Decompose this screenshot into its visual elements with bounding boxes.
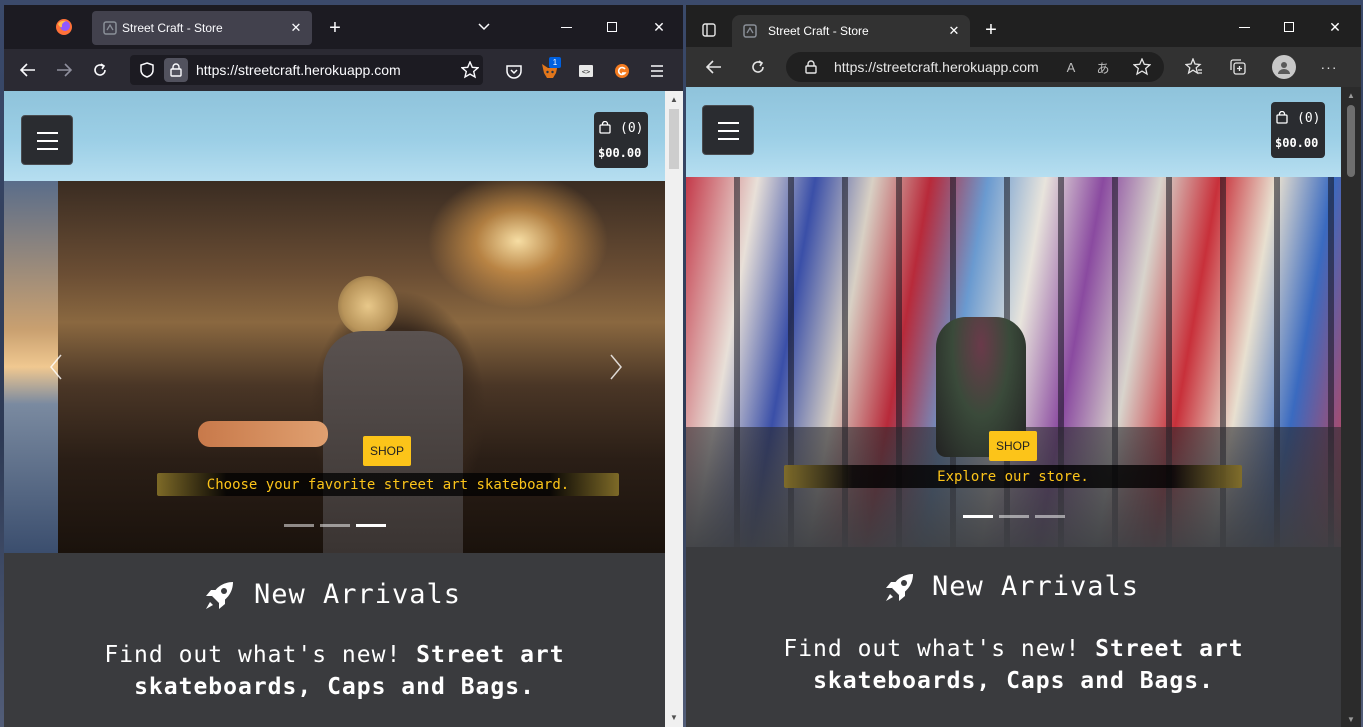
browser-tab[interactable]: Street Craft - Store ✕ <box>92 11 312 45</box>
cart-total: $00.00 <box>1275 136 1319 150</box>
title-bar: Street Craft - Store ✕ + ✕ <box>686 5 1361 47</box>
scrollbar-thumb[interactable] <box>669 109 679 169</box>
close-window-button[interactable]: ✕ <box>1325 17 1345 37</box>
carousel-indicator-1[interactable] <box>963 515 993 518</box>
carousel-next-arrow-icon[interactable] <box>604 349 628 385</box>
profile-avatar[interactable] <box>1272 55 1296 79</box>
tab-title: Street Craft - Store <box>122 21 223 35</box>
lock-icon[interactable] <box>802 58 820 76</box>
rocket-icon <box>882 571 916 605</box>
address-bar[interactable]: https://streetcraft.herokuapp.com <box>130 55 483 85</box>
hero-carousel: SHOP Explore our store. <box>686 177 1341 547</box>
carousel-indicator-3[interactable] <box>1035 515 1065 518</box>
site-favicon-icon <box>742 23 758 39</box>
back-arrow-icon[interactable] <box>704 57 724 77</box>
maximize-button[interactable] <box>602 17 622 37</box>
cart-count: (0) <box>1297 111 1321 126</box>
rocket-icon <box>202 579 236 613</box>
more-options-icon[interactable]: ··· <box>1319 57 1339 77</box>
carousel-indicator-1[interactable] <box>284 524 314 527</box>
scroll-down-arrow-icon[interactable]: ▼ <box>1345 713 1357 725</box>
read-aloud-icon[interactable]: A <box>1062 58 1080 76</box>
edge-window: Street Craft - Store ✕ + ✕ https://stree… <box>686 5 1361 727</box>
slide-caption: Choose your favorite street art skateboa… <box>157 473 619 496</box>
favorites-icon[interactable] <box>1184 57 1204 77</box>
scroll-down-arrow-icon[interactable]: ▼ <box>668 711 680 723</box>
slide-person-silhouette <box>338 276 398 336</box>
shopping-bag-icon <box>1275 110 1289 124</box>
site-menu-button[interactable] <box>702 105 754 155</box>
add-favorite-icon[interactable] <box>1132 57 1152 77</box>
cart-total: $00.00 <box>598 146 642 160</box>
arrivals-text-plain: Find out what's new! <box>104 642 402 668</box>
new-tab-button[interactable]: + <box>980 19 1002 41</box>
url-text[interactable]: https://streetcraft.herokuapp.com <box>196 62 401 78</box>
translate-icon[interactable]: あ <box>1094 58 1112 76</box>
address-bar[interactable]: https://streetcraft.herokuapp.com A あ <box>786 52 1164 82</box>
browser-tab[interactable]: Street Craft - Store ✕ <box>732 15 970 47</box>
pocket-icon[interactable] <box>504 61 524 81</box>
shop-button[interactable]: SHOP <box>989 431 1037 461</box>
cart-count: (0) <box>620 121 644 136</box>
new-arrivals-section: New Arrivals Find out what's new! Street… <box>686 547 1341 727</box>
close-tab-icon[interactable]: ✕ <box>288 20 304 36</box>
site-header: (0) $00.00 <box>4 91 665 181</box>
url-text[interactable]: https://streetcraft.herokuapp.com <box>834 59 1039 75</box>
new-arrivals-section: New Arrivals Find out what's new! Street… <box>4 553 665 727</box>
site-menu-button[interactable] <box>21 115 73 165</box>
close-window-button[interactable]: ✕ <box>649 17 669 37</box>
scroll-up-arrow-icon[interactable]: ▲ <box>668 93 680 105</box>
maximize-button[interactable] <box>1279 17 1299 37</box>
scroll-up-arrow-icon[interactable]: ▲ <box>1345 89 1357 101</box>
arrivals-text-plain: Find out what's new! <box>783 636 1081 662</box>
site-header: (0) $00.00 <box>686 87 1341 177</box>
bookmark-star-icon[interactable] <box>460 60 480 80</box>
slide-image-skater-sunset <box>58 181 665 553</box>
tab-title: Street Craft - Store <box>768 24 869 38</box>
page-scrollbar[interactable]: ▲ ▼ <box>665 91 683 727</box>
new-arrivals-text: Find out what's new! Street art skateboa… <box>746 633 1281 697</box>
page-viewport: (0) $00.00 SHOP Choose your favorite str… <box>4 91 665 727</box>
forward-arrow-icon[interactable] <box>54 60 74 80</box>
minimize-button[interactable] <box>1234 17 1254 37</box>
shop-button[interactable]: SHOP <box>363 436 411 466</box>
lock-icon[interactable] <box>164 58 188 82</box>
minimize-button[interactable] <box>556 17 576 37</box>
reload-icon[interactable] <box>748 57 768 77</box>
new-arrivals-text: Find out what's new! Street art skateboa… <box>64 639 605 703</box>
firefox-logo-icon <box>54 17 74 37</box>
cart-button[interactable]: (0) $00.00 <box>594 112 648 168</box>
carousel-prev-arrow-icon[interactable] <box>44 349 68 385</box>
shopping-bag-icon <box>598 120 612 134</box>
devtools-extension-icon[interactable]: <> <box>576 61 596 81</box>
carousel-indicator-2[interactable] <box>320 524 350 527</box>
svg-text:<>: <> <box>582 68 590 76</box>
reload-icon[interactable] <box>90 60 110 80</box>
scrollbar-thumb[interactable] <box>1347 105 1355 177</box>
cart-button[interactable]: (0) $00.00 <box>1271 102 1325 158</box>
slide-caption: Explore our store. <box>784 465 1242 488</box>
firefox-window: Street Craft - Store ✕ + ✕ https://stree… <box>4 5 683 727</box>
new-arrivals-title: New Arrivals <box>932 571 1140 602</box>
tab-actions-icon[interactable] <box>700 21 718 39</box>
hero-carousel: SHOP Choose your favorite street art ska… <box>4 181 665 553</box>
new-arrivals-title: New Arrivals <box>254 579 462 610</box>
page-viewport: (0) $00.00 SHOP Explore our store. New A… <box>686 87 1341 727</box>
new-tab-button[interactable]: + <box>324 17 346 39</box>
title-bar: Street Craft - Store ✕ + ✕ <box>4 5 683 49</box>
hamburger-menu-icon[interactable] <box>647 61 667 81</box>
close-tab-icon[interactable]: ✕ <box>946 23 962 39</box>
carousel-indicator-3[interactable] <box>356 524 386 527</box>
back-arrow-icon[interactable] <box>18 60 38 80</box>
page-scrollbar[interactable]: ▲ ▼ <box>1341 87 1361 727</box>
shield-icon[interactable] <box>138 61 156 79</box>
extension-badge: 1 <box>549 57 561 68</box>
grammarly-extension-icon[interactable] <box>612 61 632 81</box>
site-favicon-icon <box>102 20 118 36</box>
tab-list-button[interactable] <box>474 17 494 37</box>
carousel-indicator-2[interactable] <box>999 515 1029 518</box>
collections-icon[interactable] <box>1228 57 1248 77</box>
slide-skateboard-shape <box>198 421 328 447</box>
